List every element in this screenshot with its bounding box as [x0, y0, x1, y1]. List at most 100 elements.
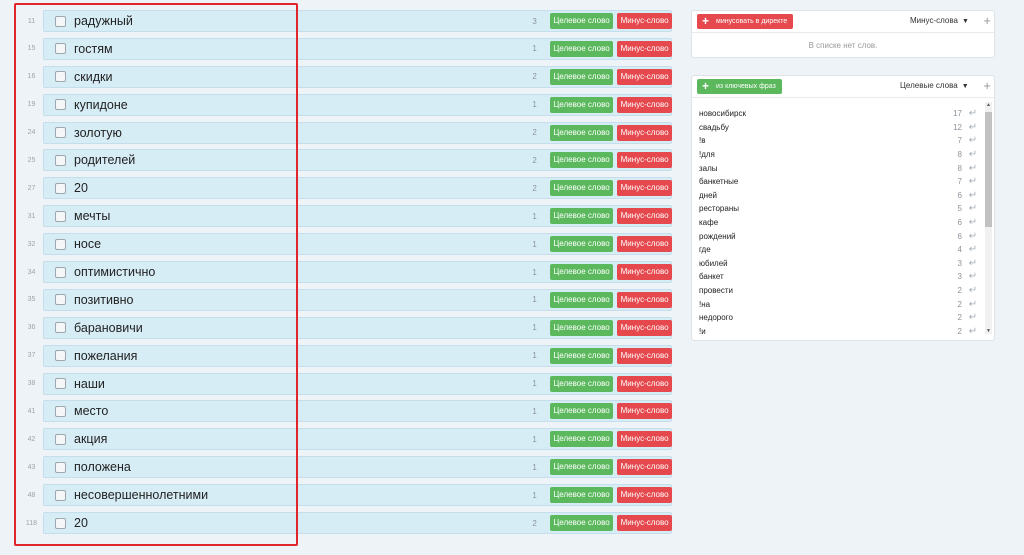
target-word-text: кафе — [699, 218, 719, 228]
add-target-word-icon[interactable]: + — [983, 78, 991, 94]
target-word-button[interactable]: Целевое слово — [549, 319, 614, 336]
return-arrow-icon[interactable]: ↵ — [962, 299, 984, 310]
target-word-button[interactable]: Целевое слово — [549, 347, 614, 364]
return-arrow-icon[interactable]: ↵ — [962, 203, 984, 214]
minus-in-direct-button[interactable]: + минусовать в директе — [697, 14, 794, 29]
row-checkbox[interactable] — [55, 182, 66, 194]
target-panel-header: + из ключевых фраз Целевые слова ▼ + — [692, 76, 994, 98]
row-checkbox[interactable] — [55, 127, 66, 139]
minus-word-button[interactable]: Минус-слово — [617, 96, 672, 113]
minus-word-button[interactable]: Минус-слово — [617, 487, 672, 504]
target-word-button[interactable]: Целевое слово — [549, 375, 614, 392]
row-checkbox[interactable] — [55, 71, 66, 83]
return-arrow-icon[interactable]: ↵ — [962, 285, 984, 296]
minus-word-button[interactable]: Минус-слово — [617, 375, 672, 392]
minus-word-button[interactable]: Минус-слово — [617, 291, 672, 308]
minus-word-button[interactable]: Минус-слово — [617, 459, 672, 476]
scroll-down-icon[interactable]: ▼ — [985, 328, 992, 334]
row-checkbox[interactable] — [55, 517, 66, 529]
return-arrow-icon[interactable]: ↵ — [962, 258, 984, 269]
return-arrow-icon[interactable]: ↵ — [962, 108, 984, 119]
minus-word-button[interactable]: Минус-слово — [617, 236, 672, 253]
target-word-button[interactable]: Целевое слово — [549, 40, 614, 57]
minus-word-button[interactable]: Минус-слово — [617, 152, 672, 169]
minus-word-button[interactable]: Минус-слово — [617, 68, 672, 85]
word-count: 1 — [532, 267, 537, 277]
row-checkbox[interactable] — [55, 15, 66, 27]
return-arrow-icon[interactable]: ↵ — [962, 244, 984, 255]
return-arrow-icon[interactable]: ↵ — [962, 149, 984, 160]
target-words-select[interactable]: Целевые слова ▼ — [900, 81, 969, 90]
return-arrow-icon[interactable]: ↵ — [962, 326, 984, 337]
target-word-button[interactable]: Целевое слово — [549, 68, 614, 85]
add-minus-word-icon[interactable]: + — [983, 13, 991, 29]
row-checkbox[interactable] — [55, 433, 66, 445]
minus-word-button[interactable]: Минус-слово — [617, 180, 672, 197]
row-checkbox[interactable] — [55, 322, 66, 334]
target-word-item: рестораны 5 ↵ — [692, 202, 984, 216]
word-text: мечты — [74, 209, 111, 224]
target-word-button[interactable]: Целевое слово — [549, 487, 614, 504]
row-checkbox[interactable] — [55, 43, 66, 55]
minus-word-button[interactable]: Минус-слово — [617, 124, 672, 141]
plus-icon: + — [702, 79, 710, 93]
word-text: скидки — [74, 69, 113, 84]
target-list-scrollbar[interactable]: ▲ ▼ — [985, 102, 992, 334]
row-checkbox[interactable] — [55, 378, 66, 390]
target-word-button[interactable]: Целевое слово — [549, 96, 614, 113]
target-word-button[interactable]: Целевое слово — [549, 264, 614, 281]
return-arrow-icon[interactable]: ↵ — [962, 176, 984, 187]
target-word-item: !и 2 ↵ — [692, 325, 984, 339]
target-word-button[interactable]: Целевое слово — [549, 152, 614, 169]
word-count: 1 — [532, 379, 537, 389]
return-arrow-icon[interactable]: ↵ — [962, 135, 984, 146]
target-word-count: 3 — [957, 272, 962, 282]
row-checkbox[interactable] — [55, 489, 66, 501]
target-word-button[interactable]: Целевое слово — [549, 459, 614, 476]
scroll-up-icon[interactable]: ▲ — [985, 102, 992, 108]
target-word-count: 3 — [957, 258, 962, 268]
target-word-button[interactable]: Целевое слово — [549, 13, 614, 29]
return-arrow-icon[interactable]: ↵ — [962, 190, 984, 201]
row-checkbox[interactable] — [55, 238, 66, 250]
return-arrow-icon[interactable]: ↵ — [962, 271, 984, 282]
target-word-text: !для — [699, 150, 715, 160]
target-word-button[interactable]: Целевое слово — [549, 208, 614, 225]
target-word-button[interactable]: Целевое слово — [549, 515, 614, 532]
return-arrow-icon[interactable]: ↵ — [962, 217, 984, 228]
row-checkbox[interactable] — [55, 294, 66, 306]
return-arrow-icon[interactable]: ↵ — [962, 122, 984, 133]
target-word-button[interactable]: Целевое слово — [549, 180, 614, 197]
target-word-button[interactable]: Целевое слово — [549, 431, 614, 448]
chevron-down-icon: ▼ — [961, 83, 969, 90]
minus-word-button[interactable]: Минус-слово — [617, 264, 672, 281]
minus-word-button[interactable]: Минус-слово — [617, 40, 672, 57]
word-text: барановичи — [74, 320, 143, 335]
minus-word-button[interactable]: Минус-слово — [617, 403, 672, 420]
row-checkbox[interactable] — [55, 461, 66, 473]
target-word-button[interactable]: Целевое слово — [549, 124, 614, 141]
target-word-button[interactable]: Целевое слово — [549, 236, 614, 253]
word-count: 1 — [532, 406, 537, 416]
target-word-button[interactable]: Целевое слово — [549, 291, 614, 308]
return-arrow-icon[interactable]: ↵ — [962, 312, 984, 323]
from-key-phrases-button[interactable]: + из ключевых фраз — [697, 79, 782, 94]
row-checkbox[interactable] — [55, 350, 66, 362]
minus-word-button[interactable]: Минус-слово — [617, 515, 672, 532]
minus-word-button[interactable]: Минус-слово — [617, 319, 672, 336]
row-checkbox[interactable] — [55, 210, 66, 222]
row-checkbox[interactable] — [55, 154, 66, 166]
scrollbar-thumb[interactable] — [985, 112, 992, 227]
target-word-text: банкет — [699, 272, 724, 282]
minus-word-button[interactable]: Минус-слово — [617, 208, 672, 225]
minus-word-button[interactable]: Минус-слово — [617, 431, 672, 448]
row-checkbox[interactable] — [55, 266, 66, 278]
return-arrow-icon[interactable]: ↵ — [962, 163, 984, 174]
minus-word-button[interactable]: Минус-слово — [617, 347, 672, 364]
row-checkbox[interactable] — [55, 405, 66, 417]
return-arrow-icon[interactable]: ↵ — [962, 231, 984, 242]
target-word-button[interactable]: Целевое слово — [549, 403, 614, 420]
minus-words-select[interactable]: Минус-слова ▼ — [910, 16, 969, 25]
minus-word-button[interactable]: Минус-слово — [617, 13, 672, 29]
row-checkbox[interactable] — [55, 99, 66, 111]
